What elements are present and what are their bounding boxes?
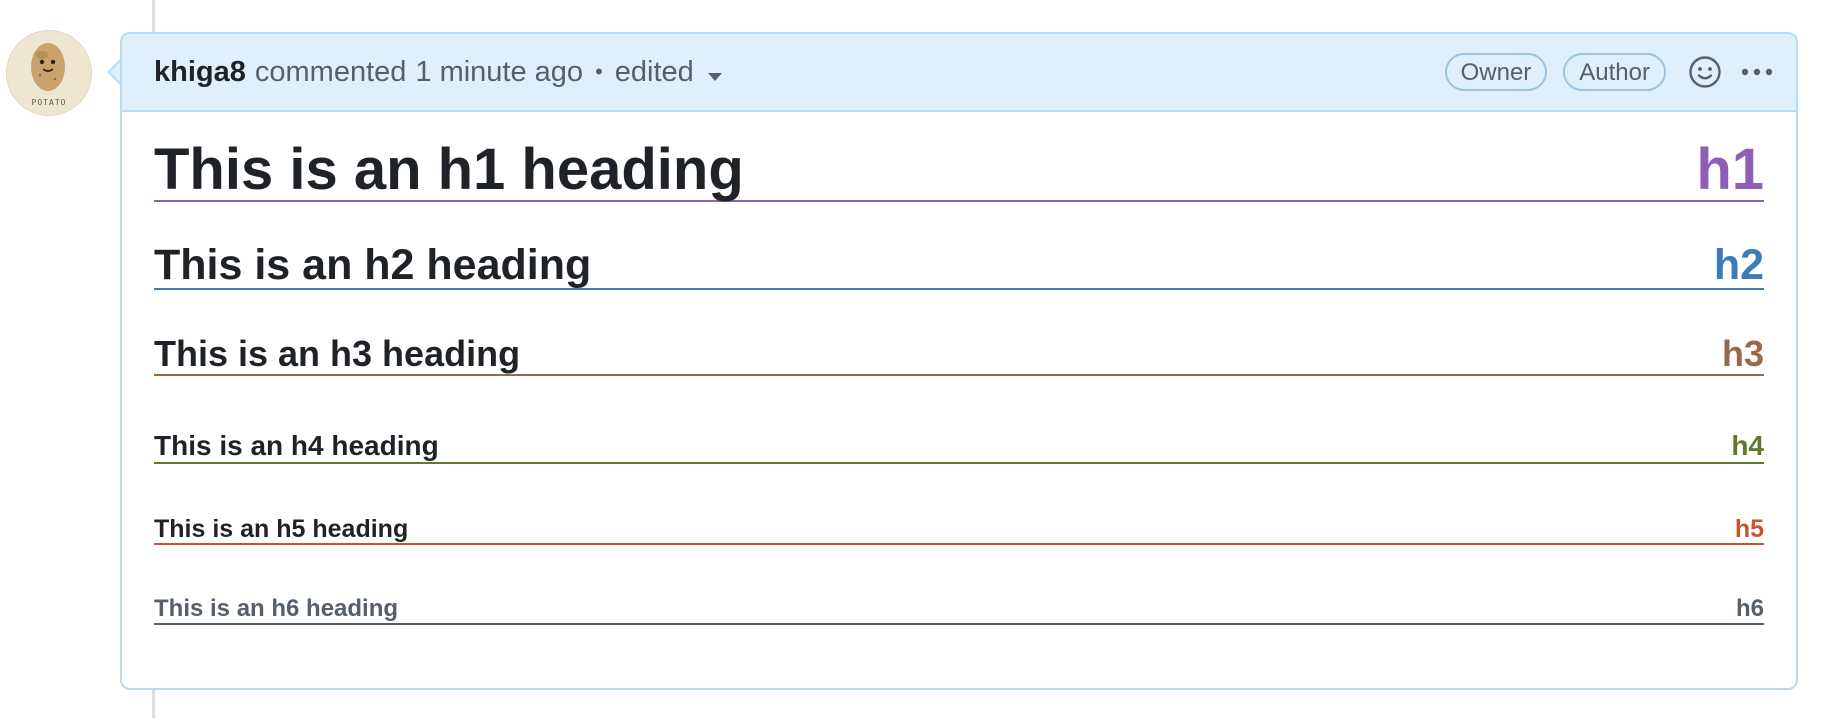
heading-h5-text: This is an h5 heading (154, 515, 409, 543)
heading-h5-tag: h5 (1734, 515, 1764, 543)
author-badge: Author (1563, 53, 1666, 91)
heading-h2-text: This is an h2 heading (154, 241, 592, 289)
heading-h1-tag: h1 (1696, 137, 1764, 202)
comment-timestamp[interactable]: 1 minute ago (415, 56, 583, 89)
comment-meta: khiga8 commented 1 minute ago • edited (154, 56, 722, 89)
potato-avatar-icon: POTATO (7, 31, 91, 115)
heading-h6-text: This is an h6 heading (154, 595, 399, 622)
edited-label: edited (614, 55, 694, 88)
heading-h4-tag: h4 (1731, 430, 1764, 461)
edited-dropdown[interactable]: edited (615, 56, 722, 89)
heading-h1: This is an h1 heading h1 (154, 140, 1764, 202)
heading-h2-tag: h2 (1713, 241, 1764, 289)
heading-h6: This is an h6 heading h6 (154, 594, 1764, 625)
meta-separator: • (595, 59, 603, 84)
avatar-text: POTATO (32, 98, 67, 107)
heading-h1-text: This is an h1 heading (154, 137, 744, 202)
kebab-horizontal-icon[interactable] (1740, 67, 1774, 77)
heading-h2: This is an h2 heading h2 (154, 240, 1764, 290)
owner-badge: Owner (1444, 53, 1548, 91)
heading-h6-tag: h6 (1735, 595, 1764, 622)
heading-h5: This is an h5 heading h5 (154, 514, 1764, 545)
caret-down-icon (707, 56, 722, 89)
heading-h4-text: This is an h4 heading (154, 430, 439, 461)
smiley-icon[interactable] (1688, 55, 1722, 89)
avatar[interactable]: POTATO (6, 30, 92, 116)
comment-header: khiga8 commented 1 minute ago • edited O… (122, 34, 1796, 112)
comment-box: khiga8 commented 1 minute ago • edited O… (120, 32, 1798, 690)
heading-h3-text: This is an h3 heading (154, 333, 521, 374)
heading-h4: This is an h4 heading h4 (154, 430, 1764, 464)
heading-h3-tag: h3 (1721, 333, 1764, 374)
author-link[interactable]: khiga8 (154, 56, 246, 89)
comment-action: commented (254, 55, 407, 88)
comment-actions: Owner Author (1429, 34, 1774, 110)
issue-timeline: POTATO khiga8 commented 1 minute ago • e… (0, 0, 1832, 718)
heading-h3: This is an h3 heading h3 (154, 334, 1764, 376)
